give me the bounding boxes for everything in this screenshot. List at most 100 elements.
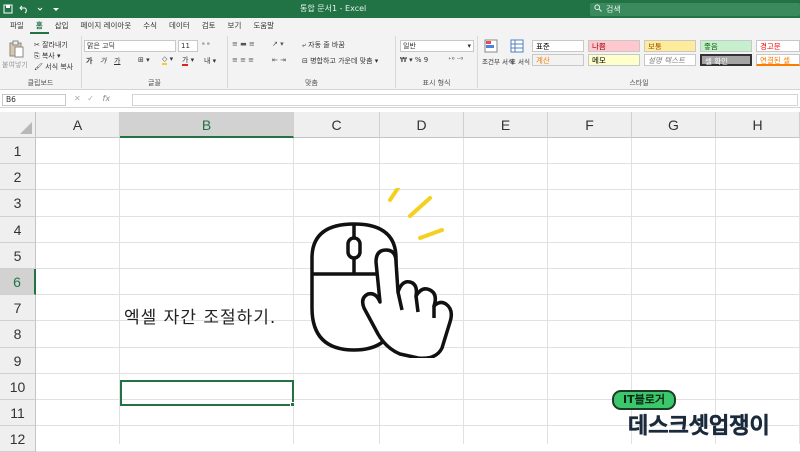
- tab-insert[interactable]: 삽입: [49, 18, 75, 34]
- styles-label: 스타일: [629, 79, 649, 87]
- select-all-button[interactable]: [0, 112, 36, 138]
- bold-button[interactable]: 가: [86, 56, 92, 66]
- ribbon-tabs: 파일 홈 삽입 페이지 레이아웃 수식 데이터 검토 보기 도움말: [0, 18, 800, 34]
- highlight-rays-icon: [388, 186, 444, 240]
- row-header-7[interactable]: 7: [0, 295, 36, 322]
- active-cell-b6[interactable]: [120, 380, 294, 406]
- function-icon[interactable]: ✕ ✓ fx: [74, 94, 110, 103]
- indent-icons[interactable]: ⇤ ⇥: [272, 56, 286, 64]
- style-check-cell[interactable]: 셀 확인: [700, 54, 752, 66]
- enter-icon[interactable]: ✓: [87, 94, 94, 103]
- format-painter-button[interactable]: 🖌 서식 복사: [34, 62, 73, 72]
- tab-data[interactable]: 데이터: [163, 18, 196, 34]
- row-header-11[interactable]: 11: [0, 400, 36, 427]
- tab-home[interactable]: 홈: [29, 18, 49, 34]
- style-explanatory[interactable]: 설명 텍스트: [644, 54, 696, 66]
- tab-file[interactable]: 파일: [4, 18, 30, 34]
- row-header-6[interactable]: 6: [0, 269, 36, 296]
- redo-icon[interactable]: [32, 0, 48, 18]
- undo-icon[interactable]: [16, 0, 32, 18]
- style-note[interactable]: 메모: [588, 54, 640, 66]
- fill-handle[interactable]: [290, 402, 295, 407]
- formula-bar: B6 ✕ ✓ fx: [0, 92, 800, 108]
- font-name-select[interactable]: 맑은 고딕: [84, 40, 176, 52]
- column-header-g[interactable]: G: [632, 112, 716, 138]
- worksheet-grid[interactable]: ABCDEFGH 1 2 3 4 5 6 7 8 9 10 11 12 엑셀 자간 조절하기.: [0, 112, 800, 452]
- font-group: 맑은 고딕 11 ᵃ ᵃ 가 가 가 ⊞ ▾ ◇ ▾ 가 ▾ 내 ▾ 글꼴: [82, 36, 228, 88]
- name-box[interactable]: B6: [2, 94, 66, 106]
- column-header-e[interactable]: E: [464, 112, 548, 138]
- gridline-horizontal: [36, 163, 800, 165]
- style-neutral[interactable]: 보통: [644, 40, 696, 52]
- tab-formulas[interactable]: 수식: [137, 18, 163, 34]
- save-icon[interactable]: [0, 0, 16, 18]
- column-header-a[interactable]: A: [36, 112, 120, 138]
- alignment-label: 맞춤: [305, 79, 318, 87]
- tab-page-layout[interactable]: 페이지 레이아웃: [75, 18, 138, 34]
- phonetic-icon[interactable]: 내 ▾: [204, 56, 216, 66]
- row-header-9[interactable]: 9: [0, 347, 36, 374]
- clipboard-group: 붙여넣기 ✂ 잘라내기 ⎘ 복사 ▾ 🖌 서식 복사 클립보드: [0, 36, 82, 88]
- style-linked-cell[interactable]: 연결된 셀: [756, 54, 800, 66]
- formula-input[interactable]: [132, 94, 798, 106]
- horizontal-align-icons[interactable]: ≡ ≡ ≡: [232, 56, 254, 64]
- format-painter-label: 서식 복사: [45, 63, 74, 71]
- tab-view[interactable]: 보기: [222, 18, 248, 34]
- paste-button[interactable]: 붙여넣기: [2, 60, 28, 70]
- style-warning[interactable]: 경고문: [756, 40, 800, 52]
- font-color-icon[interactable]: 가 ▾: [182, 55, 194, 66]
- merge-center-label: 병합하고 가운데 맞춤: [310, 57, 373, 65]
- column-header-b[interactable]: B: [120, 112, 294, 138]
- number-format-value: 일반: [403, 42, 416, 50]
- wrap-text-button[interactable]: ⤶ 자동 줄 바꿈: [302, 40, 345, 50]
- copy-button[interactable]: ⎘ 복사 ▾: [34, 51, 60, 61]
- style-good[interactable]: 좋음: [700, 40, 752, 52]
- customize-icon[interactable]: [48, 0, 64, 18]
- row-header-4[interactable]: 4: [0, 216, 36, 243]
- cancel-icon[interactable]: ✕: [74, 94, 81, 103]
- tab-help[interactable]: 도움말: [247, 18, 280, 34]
- tab-review[interactable]: 검토: [196, 18, 222, 34]
- mouse-click-illustration: [306, 186, 466, 361]
- border-icon[interactable]: ⊞ ▾: [138, 56, 150, 64]
- cut-button[interactable]: ✂ 잘라내기: [34, 40, 68, 50]
- number-format-select[interactable]: 일반 ▾: [400, 40, 474, 52]
- row-header-3[interactable]: 3: [0, 190, 36, 217]
- number-group: 일반 ▾ ₩ ▾ % 9 ⁺⁰ ⁻⁰ 표시 형식: [396, 36, 478, 88]
- watermark-logo: 데스크셋업쟁이: [628, 414, 770, 440]
- row-header-10[interactable]: 10: [0, 373, 36, 400]
- merge-center-button[interactable]: ⊟ 병합하고 가운데 맞춤 ▾: [302, 56, 378, 66]
- table-format-icon[interactable]: [510, 39, 524, 56]
- style-bad[interactable]: 나쁨: [588, 40, 640, 52]
- orientation-icon[interactable]: ↗ ▾: [272, 40, 284, 48]
- row-header-5[interactable]: 5: [0, 242, 36, 269]
- column-header-c[interactable]: C: [294, 112, 380, 138]
- italic-button[interactable]: 가: [100, 56, 106, 66]
- watermark-tag: IT블로거: [612, 390, 676, 410]
- font-grow-button[interactable]: ᵃ ᵃ: [202, 41, 210, 49]
- fill-color-icon[interactable]: ◇ ▾: [162, 55, 173, 65]
- row-header-8[interactable]: 8: [0, 321, 36, 348]
- row-header-12[interactable]: 12: [0, 426, 36, 452]
- style-calculation[interactable]: 계산: [532, 54, 584, 66]
- table-format-button[interactable]: 표 서식: [510, 56, 530, 66]
- paste-icon[interactable]: [8, 40, 24, 58]
- row-header-1[interactable]: 1: [0, 138, 36, 165]
- conditional-format-icon[interactable]: [484, 39, 498, 56]
- decimal-icons[interactable]: ⁺⁰ ⁻⁰: [448, 56, 463, 64]
- row-header-2[interactable]: 2: [0, 164, 36, 191]
- cell-b3[interactable]: 엑셀 자간 조절하기.: [124, 303, 276, 328]
- font-size-select[interactable]: 11: [178, 40, 198, 52]
- number-label: 표시 형식: [422, 79, 451, 87]
- search-box[interactable]: 검색: [590, 3, 800, 16]
- underline-button[interactable]: 가: [114, 56, 120, 66]
- gridline-horizontal: [36, 372, 800, 374]
- currency-icon[interactable]: ₩ ▾ % 9: [400, 56, 428, 64]
- column-header-f[interactable]: F: [548, 112, 632, 138]
- window-title: 통합 문서1 - Excel: [300, 4, 367, 13]
- search-placeholder: 검색: [606, 5, 621, 14]
- vertical-align-icons[interactable]: ≡ ▬ ≡: [232, 40, 255, 48]
- style-normal[interactable]: 표준: [532, 40, 584, 52]
- column-header-d[interactable]: D: [380, 112, 464, 138]
- column-header-h[interactable]: H: [716, 112, 800, 138]
